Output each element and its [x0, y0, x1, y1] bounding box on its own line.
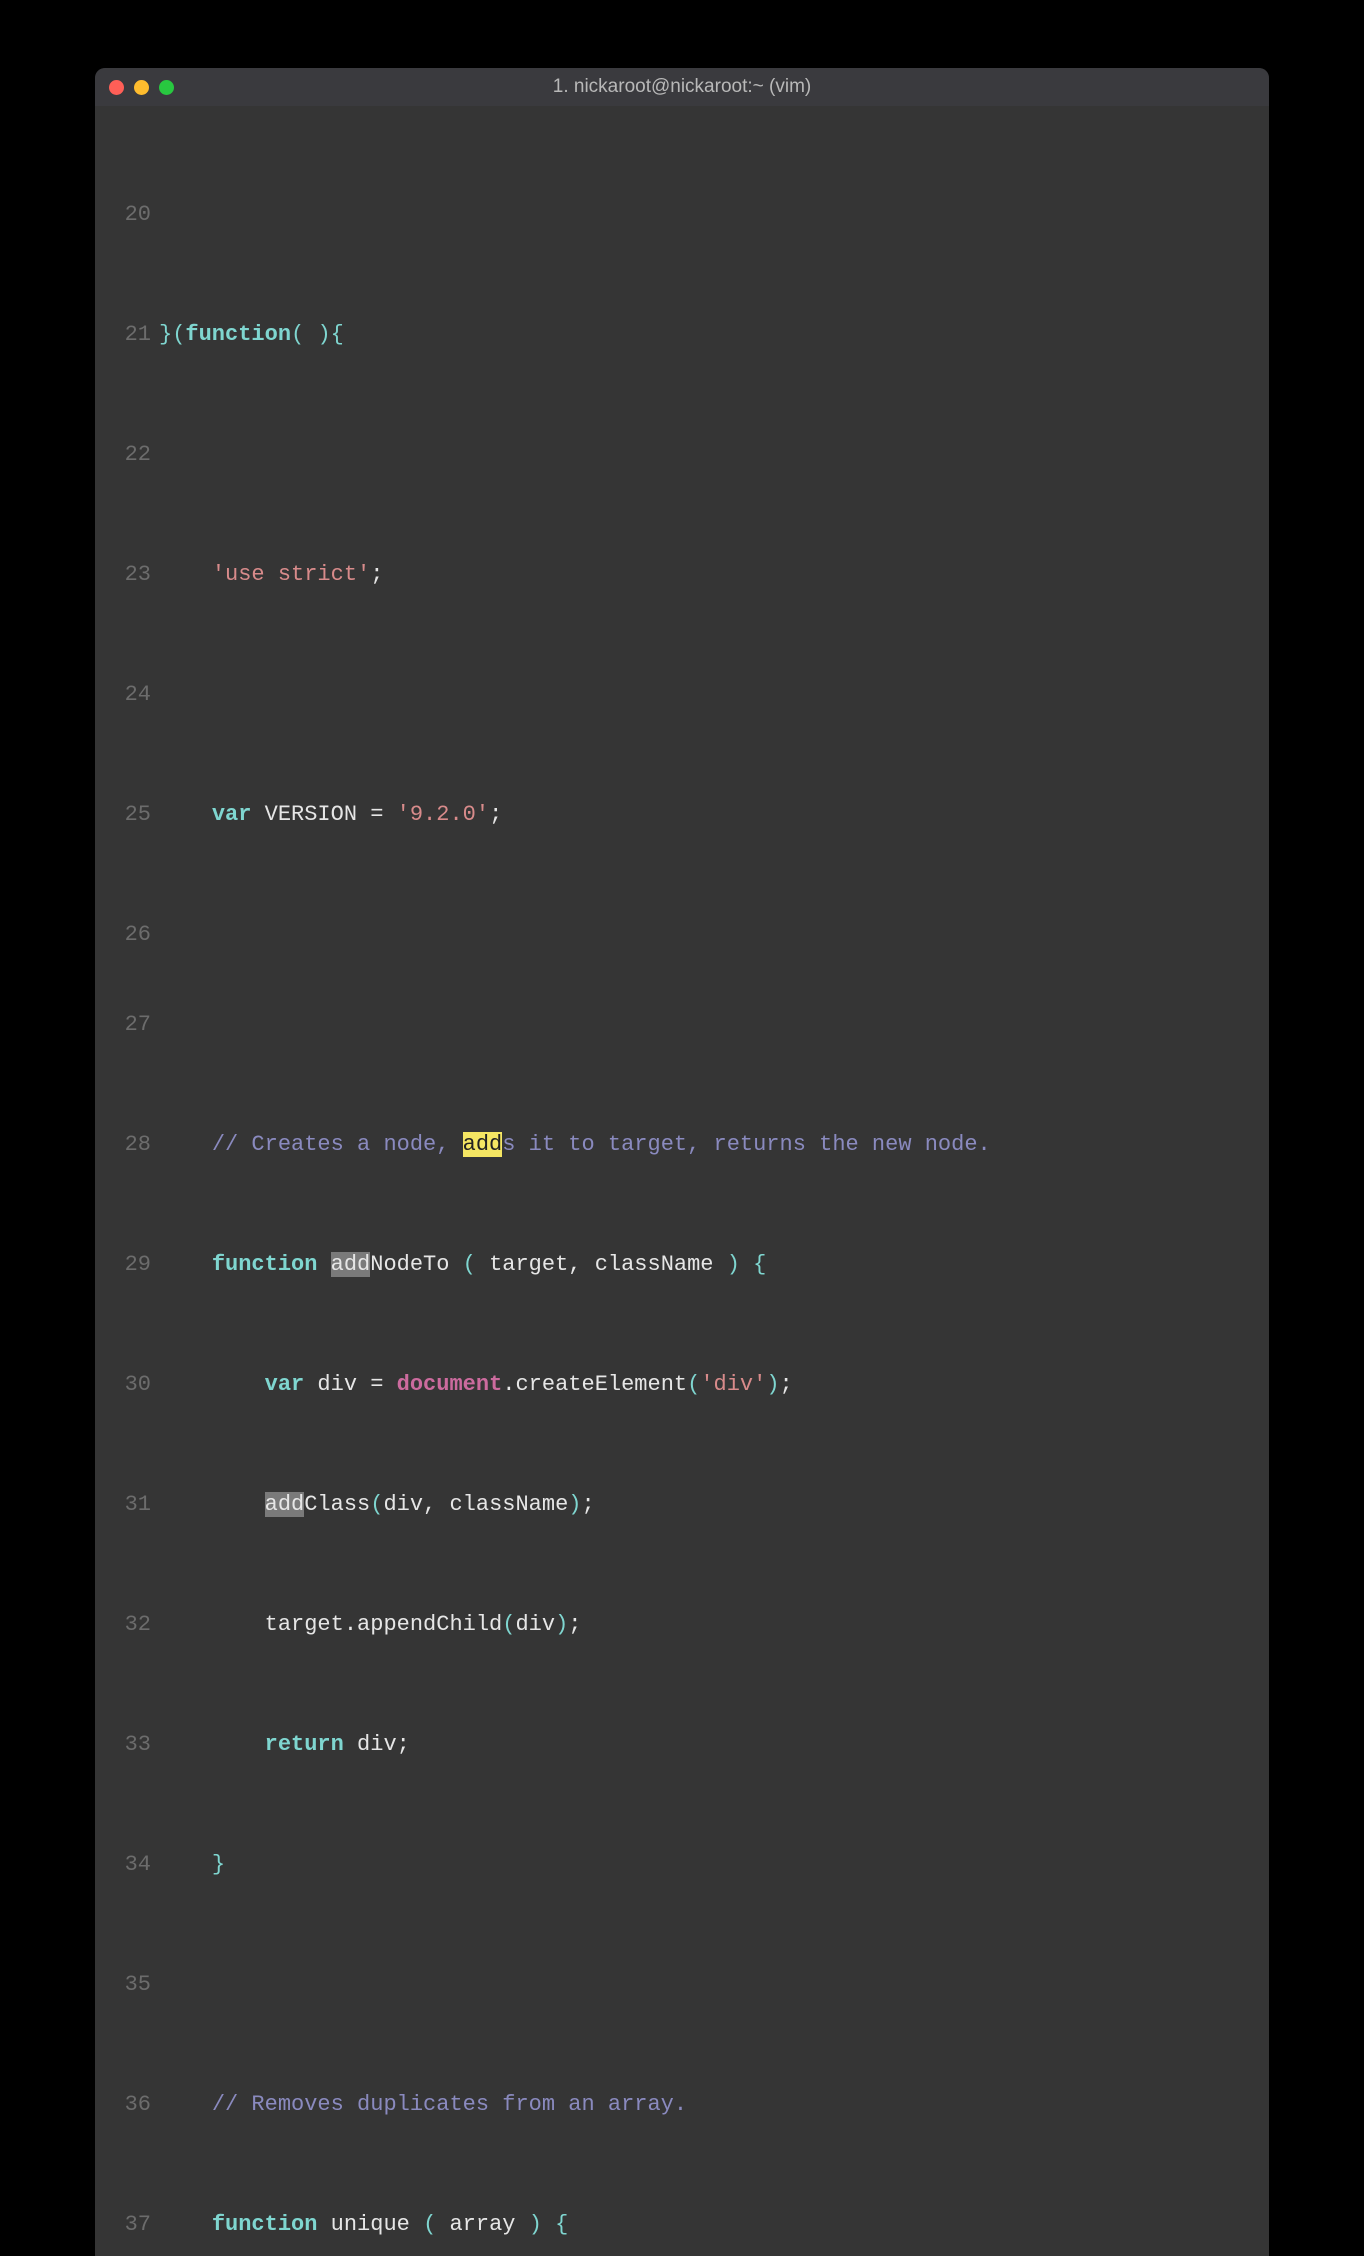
zoom-icon[interactable]: [159, 80, 174, 95]
line-number: 20: [95, 200, 159, 230]
line-number: 31: [95, 1490, 159, 1520]
line-number: 26: [95, 920, 159, 950]
line-number: 28: [95, 1130, 159, 1160]
code-line: 32 target.appendChild(div);: [95, 1610, 1269, 1640]
code-line: 33 return div;: [95, 1730, 1269, 1760]
line-number: 35: [95, 1970, 159, 2000]
line-number: 32: [95, 1610, 159, 1640]
code-line: 22: [95, 440, 1269, 470]
search-match: add: [265, 1492, 305, 1517]
line-number: 33: [95, 1730, 159, 1760]
terminal-window: 1. nickaroot@nickaroot:~ (vim) 20 21 }(f…: [95, 68, 1269, 2256]
code-line: 25 var VERSION = '9.2.0';: [95, 800, 1269, 830]
code-line: 28 // Creates a node, adds it to target,…: [95, 1130, 1269, 1160]
code-line: 37 function unique ( array ) {: [95, 2210, 1269, 2240]
line-number: 36: [95, 2090, 159, 2120]
code-line: 20: [95, 200, 1269, 230]
line-number: 24: [95, 680, 159, 710]
window-title: 1. nickaroot@nickaroot:~ (vim): [95, 76, 1269, 98]
code-line: 35: [95, 1970, 1269, 2000]
code-line: 23 'use strict';: [95, 560, 1269, 590]
window-titlebar[interactable]: 1. nickaroot@nickaroot:~ (vim): [95, 68, 1269, 106]
code-line: 29 function addNodeTo ( target, classNam…: [95, 1250, 1269, 1280]
code-line: 27: [95, 1010, 1269, 1040]
line-number: 37: [95, 2210, 159, 2240]
line-number: 34: [95, 1850, 159, 1880]
minimize-icon[interactable]: [134, 80, 149, 95]
search-match: add: [331, 1252, 371, 1277]
line-number: 25: [95, 800, 159, 830]
code-line: 21 }(function( ){: [95, 320, 1269, 350]
line-number: 23: [95, 560, 159, 590]
line-number: 22: [95, 440, 159, 470]
code-line: 34 }: [95, 1850, 1269, 1880]
search-match-current: add: [463, 1132, 503, 1157]
line-number: 29: [95, 1250, 159, 1280]
line-number: 21: [95, 320, 159, 350]
code-line: 36 // Removes duplicates from an array.: [95, 2090, 1269, 2120]
code-line: 26: [95, 920, 1269, 950]
code-line: 24: [95, 680, 1269, 710]
editor-viewport[interactable]: 20 21 }(function( ){ 22 23 'use strict';…: [95, 106, 1269, 2256]
traffic-lights: [109, 80, 174, 95]
line-number: 27: [95, 1010, 159, 1040]
close-icon[interactable]: [109, 80, 124, 95]
line-number: 30: [95, 1370, 159, 1400]
code-line: 30 var div = document.createElement('div…: [95, 1370, 1269, 1400]
code-line: 31 addClass(div, className);: [95, 1490, 1269, 1520]
